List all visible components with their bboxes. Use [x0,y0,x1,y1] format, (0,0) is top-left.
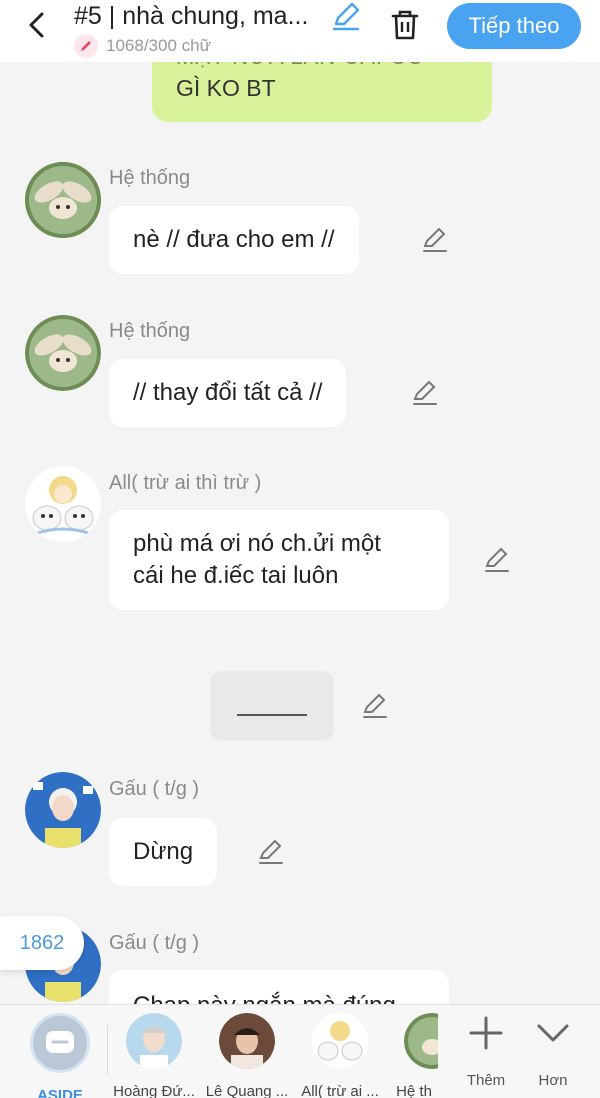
edit-message-icon[interactable] [420,226,448,254]
character-label: Lê Quang ... [205,1083,289,1098]
character-hoang-duc[interactable]: Hoàng Đứ... [111,1013,197,1098]
aside-avatar [30,1013,90,1073]
edit-title-pen-icon[interactable] [330,0,362,32]
word-count: 1068/300 chữ [74,34,211,58]
chat-bubble-icon [46,1031,74,1053]
top-bar: #5 | nhà chung, ma... Tiếp theo 1068/300… [0,0,600,62]
trash-icon[interactable] [388,8,422,42]
edit-message-icon[interactable] [256,838,284,866]
chat-message: Gấu ( t/g ) Dừng [0,772,600,892]
message-bubble[interactable]: // thay đổi tất cả // [109,359,347,427]
next-button[interactable]: Tiếp theo [447,3,581,49]
divider [107,1025,108,1075]
edit-divider-icon[interactable] [360,692,388,720]
edit-message-icon[interactable] [410,379,438,407]
message-bubble[interactable]: Chap này ngắn mà đúng [109,970,449,1004]
avatar [126,1013,182,1069]
collapse-label: Hơn [538,1072,568,1089]
sender-name: All( trừ ai thì trừ ) [109,472,262,494]
add-character-button[interactable]: Thêm [451,1015,521,1089]
message-bubble[interactable]: phù má ơi nó ch.ửi một cái he đ.iếc tai … [109,510,449,610]
sender-name: Hệ thống [109,320,191,342]
avatar [219,1013,275,1069]
character-label: ASIDE [37,1087,83,1098]
plus-icon [469,1016,503,1050]
back-arrow-icon[interactable] [22,10,52,40]
word-count-text: 1068/300 chữ [106,36,211,55]
character-he-thong[interactable]: Hệ th [390,1013,438,1098]
message-text-line: cái he đ.iếc tai luôn [133,562,339,589]
character-all[interactable]: All( trừ ai ... [297,1013,383,1098]
chevron-down-icon [537,1024,569,1042]
sender-name: Gấu ( t/g ) [109,778,200,800]
chat-message: Hệ thống nè // đưa cho em // [0,160,600,280]
character-bar: ASIDE Hoàng Đứ... Lê Quang ... All( trừ … [0,1004,600,1098]
avatar [312,1013,368,1069]
add-label: Thêm [466,1072,506,1089]
edit-message-icon[interactable] [482,546,510,574]
avatar [404,1013,438,1069]
sender-name: Hệ thống [109,167,191,189]
collapse-button[interactable]: Hơn [518,1015,588,1089]
avatar-all[interactable] [25,466,101,542]
chapter-title[interactable]: #5 | nhà chung, ma... [74,0,326,32]
side-counter-badge[interactable]: 1862 [0,916,84,970]
character-label: Hệ th [396,1083,432,1098]
character-label: All( trừ ai ... [301,1083,379,1098]
chat-message: All( trừ ai thì trừ ) phù má ơi nó ch.ửi… [0,466,600,616]
chat-message: Hệ thống // thay đổi tất cả // [0,313,600,433]
avatar-he-thong[interactable] [25,315,101,391]
avatar-gau[interactable] [25,772,101,848]
scene-divider[interactable] [210,671,334,741]
sender-name: Gấu ( t/g ) [109,932,200,954]
chat-message: Gấu ( t/g ) Chap này ngắn mà đúng [0,926,600,1004]
message-bubble[interactable]: Dừng [109,818,218,886]
divider-line [237,714,307,716]
message-text-line: GÌ KO BT [176,75,276,101]
message-text-line: phù má ơi nó ch.ửi một [133,530,381,557]
character-label: Hoàng Đứ... [113,1083,195,1098]
character-aside[interactable]: ASIDE [17,1013,103,1098]
avatar-he-thong[interactable] [25,162,101,238]
character-le-quang[interactable]: Lê Quang ... [204,1013,290,1098]
pencil-icon [74,34,98,58]
message-bubble[interactable]: nè // đưa cho em // [109,206,359,274]
